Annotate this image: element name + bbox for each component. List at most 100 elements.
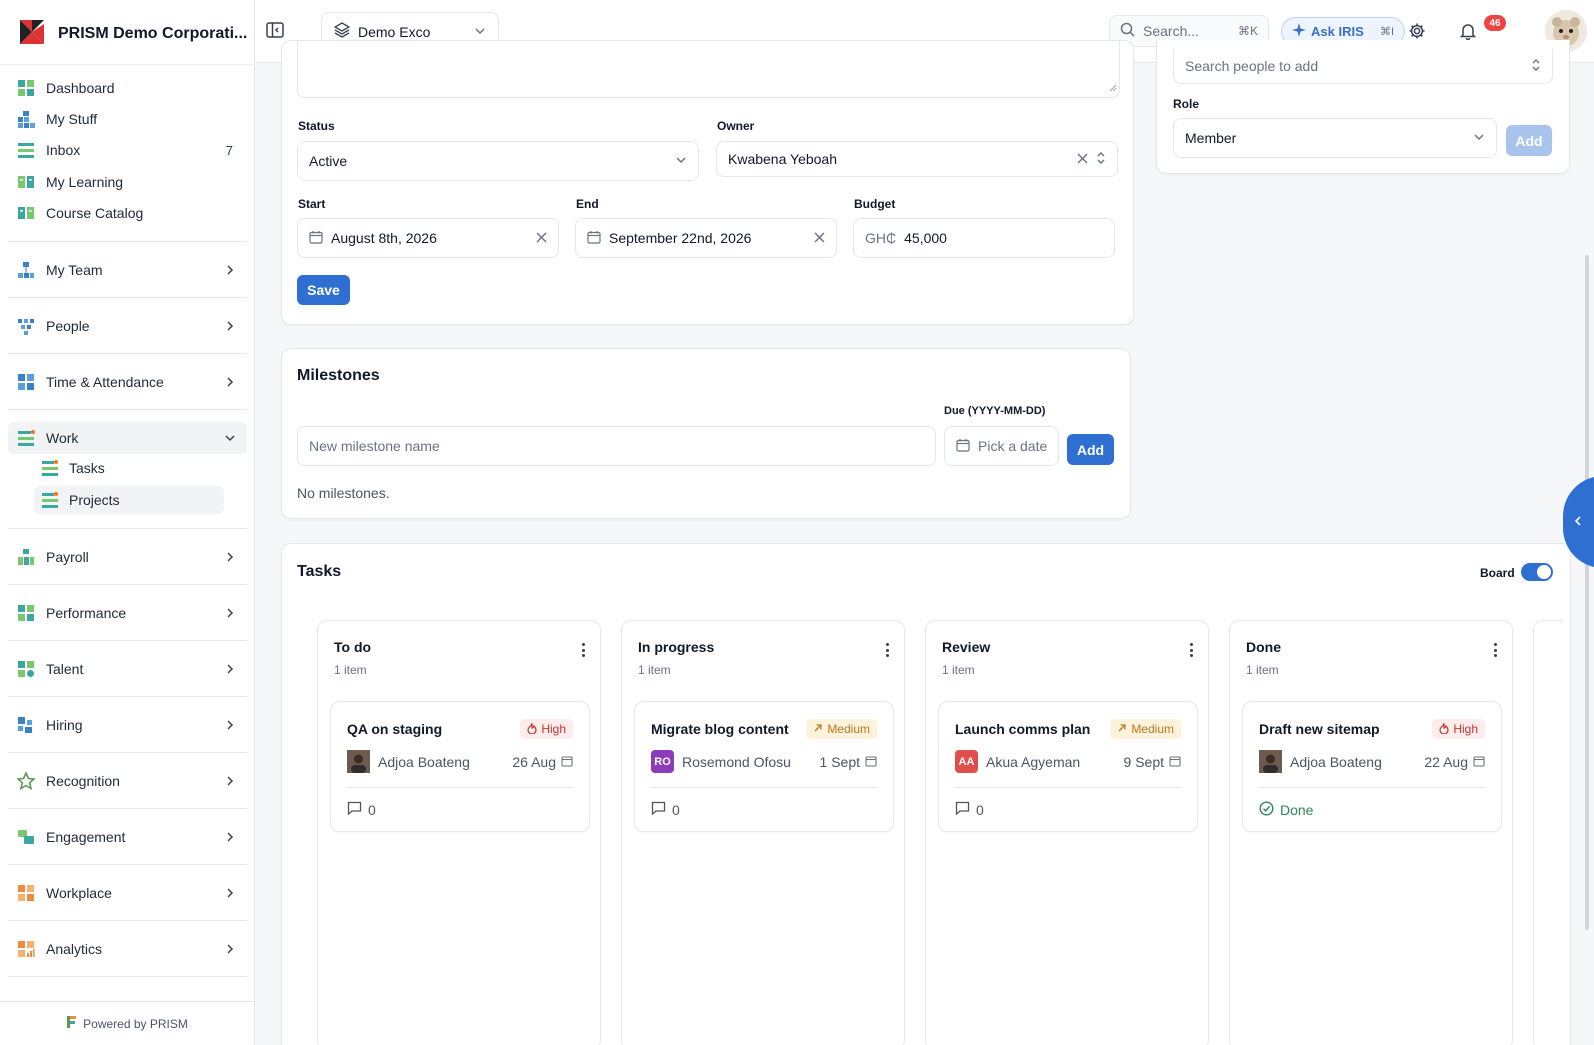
sidebar-item-my-learning[interactable]: My Learning [8,166,247,198]
due-date: 26 Aug [512,754,573,770]
comment-count[interactable]: 0 [347,801,376,818]
sidebar-item-course-catalog[interactable]: Course Catalog [8,197,247,229]
sidebar-item-payroll[interactable]: Payroll [8,541,247,573]
more-vertical-icon[interactable] [1188,643,1194,657]
comment-count-value: 0 [368,801,376,818]
more-vertical-icon[interactable] [1492,643,1498,657]
add-milestone-button[interactable]: Add [1067,434,1114,465]
milestone-date-picker[interactable]: Pick a date [944,426,1059,466]
sidebar-item-my-team[interactable]: My Team [8,254,247,286]
sidebar-item-label: Time & Attendance [46,374,164,390]
sidebar-item-label: Course Catalog [46,205,144,221]
milestone-name-input[interactable]: New milestone name [297,426,936,466]
search-people-input[interactable]: Search people to add [1173,49,1553,84]
sidebar-item-time-attendance[interactable]: Time & Attendance [8,366,247,398]
end-date-picker[interactable]: September 22nd, 2026 [575,218,837,258]
settings-gear-icon[interactable] [1406,20,1428,42]
column-count: 1 item [334,663,367,677]
priority-label: High [1453,722,1478,736]
search-people-placeholder: Search people to add [1185,58,1319,74]
chevron-right-icon [223,942,237,956]
page-scrollbar[interactable] [1585,255,1589,930]
assignee: Adjoa Boateng [347,750,470,773]
notification-bell-icon[interactable] [1457,20,1479,42]
more-vertical-icon[interactable] [884,643,890,657]
chevron-right-icon [223,774,237,788]
sidebar-item-performance[interactable]: Performance [8,597,247,629]
milestones-title: Milestones [297,367,380,384]
budget-input[interactable]: GH₵ 45,000 [853,218,1115,258]
calendar-icon [865,754,877,770]
priority-badge: Medium [1110,719,1181,739]
brand[interactable]: PRISM Demo Corporati... [18,18,247,49]
performance-icon [16,603,36,623]
more-vertical-icon[interactable] [580,643,586,657]
clear-icon[interactable] [536,230,547,246]
sidebar-item-workplace[interactable]: Workplace [8,877,247,909]
comment-count-value: 0 [672,801,680,818]
comment-count[interactable]: 0 [651,801,680,818]
clear-icon[interactable] [1077,151,1088,167]
owner-combobox[interactable]: Kwabena Yeboah [716,141,1118,177]
sidebar-item-engagement[interactable]: Engagement [8,821,247,853]
status-select[interactable]: Active [297,141,699,181]
task-card[interactable]: QA on staging High Adjoa Boateng 26 Aug … [330,701,590,832]
sidebar-subitem-projects[interactable]: Projects [34,486,224,514]
column-count: 1 item [638,663,671,677]
clear-icon[interactable] [814,230,825,246]
owner-label: Owner [717,119,755,133]
flame-icon [1439,722,1449,737]
comment-count[interactable]: 0 [955,801,984,818]
column-title: Done [1246,639,1281,655]
ask-iris-label: Ask IRIS [1311,24,1364,39]
sidebar-item-recognition[interactable]: Recognition [8,765,247,797]
role-label: Role [1173,97,1200,111]
priority-badge: High [520,719,573,739]
kanban-column-review: Review 1 item Launch comms plan Medium A… [925,620,1209,1045]
assignee-name: Akua Agyeman [986,753,1081,770]
add-member-button[interactable]: Add [1506,125,1552,156]
sidebar-item-label: Hiring [46,717,83,733]
calendar-icon [1169,754,1181,770]
notification-count-badge: 46 [1484,15,1506,31]
start-date-picker[interactable]: August 8th, 2026 [297,218,559,258]
sidebar-item-label: Work [46,430,79,446]
start-date-value: August 8th, 2026 [331,230,437,246]
brand-name: PRISM Demo Corporati... [58,24,248,42]
sidebar-item-dashboard[interactable]: Dashboard [8,72,247,104]
description-textarea[interactable] [297,41,1120,98]
sidebar-item-work[interactable]: Work [8,422,247,454]
sidebar-item-label: Projects [69,492,120,508]
due-date-value: 1 Sept [819,754,860,770]
sidebar-item-label: People [46,318,90,334]
sidebar-item-inbox[interactable]: Inbox 7 [8,134,247,166]
check-circle-icon [1259,801,1274,819]
divider [8,640,247,641]
dashboard-icon [16,78,36,98]
search-placeholder: Search... [1143,23,1200,39]
chevron-right-icon [223,550,237,564]
divider [8,752,247,753]
sidebar-item-my-stuff[interactable]: My Stuff [8,103,247,135]
sidebar-toggle-icon[interactable] [265,20,285,40]
task-card[interactable]: Migrate blog content Medium RO Rosemond … [634,701,894,832]
board-view-toggle[interactable] [1521,563,1553,581]
assignee: AA Akua Agyeman [955,750,1080,773]
role-select[interactable]: Member [1173,118,1497,158]
sidebar-item-analytics[interactable]: Analytics [8,933,247,965]
engagement-icon [16,827,36,847]
column-count: 1 item [1246,663,1279,677]
assignee-name: Rosemond Ofosu [682,753,791,770]
save-button[interactable]: Save [297,275,350,305]
sidebar-subitem-tasks[interactable]: Tasks [34,454,224,482]
task-card[interactable]: Draft new sitemap High Adjoa Boateng 22 … [1242,701,1502,832]
sidebar-item-people[interactable]: People [8,310,247,342]
sidebar-item-hiring[interactable]: Hiring [8,709,247,741]
priority-label: High [541,722,566,736]
task-card[interactable]: Launch comms plan Medium AA Akua Agyeman… [938,701,1198,832]
divider [8,976,247,977]
clock-grid-icon [16,372,36,392]
budget-label: Budget [854,197,896,211]
chevron-right-icon [223,886,237,900]
sidebar-item-talent[interactable]: Talent [8,653,247,685]
